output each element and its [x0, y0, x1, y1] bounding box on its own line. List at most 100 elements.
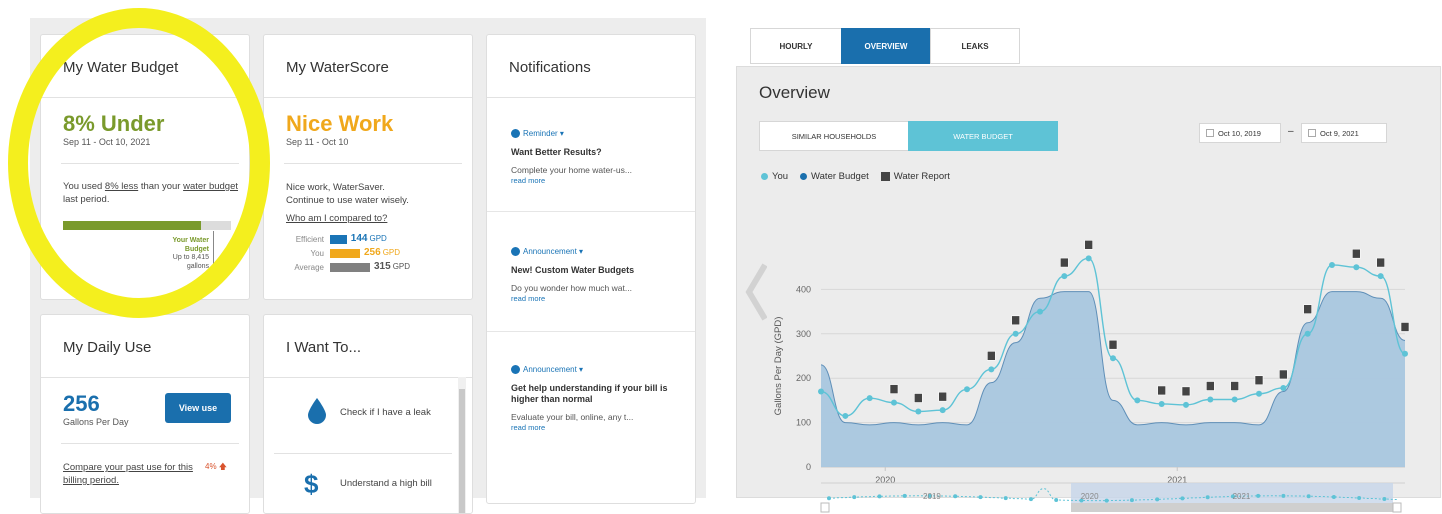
report-icon — [1084, 240, 1093, 250]
you-point — [1061, 273, 1068, 280]
navigator-point — [1129, 498, 1134, 503]
report-icon — [987, 351, 996, 361]
notification-body: Evaluate your bill, online, any t... — [511, 412, 634, 422]
report-icon — [1303, 304, 1312, 314]
you-point — [1304, 330, 1311, 337]
notification-body: Complete your home water-us... — [511, 165, 632, 175]
water-score-card[interactable]: My WaterScore Nice Work Sep 11 - Oct 10 … — [263, 34, 473, 300]
you-point — [1134, 397, 1141, 404]
want-item-leak[interactable]: Check if I have a leak — [264, 377, 454, 447]
you-point — [1037, 308, 1043, 315]
report-icon — [1060, 257, 1069, 268]
score-row-label: You — [310, 249, 325, 258]
notification-heading: Want Better Results? — [511, 147, 602, 157]
score-row: Efficient 144 GPD — [286, 233, 466, 248]
notification-tag-label: Announcement ▾ — [523, 247, 584, 256]
report-icon — [1181, 386, 1191, 397]
report-icon — [1230, 381, 1239, 391]
tab-leaks[interactable]: LEAKS — [930, 28, 1020, 64]
scrollbar[interactable] — [458, 377, 466, 513]
you-point — [1280, 384, 1287, 391]
notification-body: Do you wonder how much wat... — [511, 283, 632, 293]
divider — [274, 453, 452, 454]
you-point — [1110, 355, 1116, 362]
tab-water-budget[interactable]: WATER BUDGET — [908, 121, 1058, 151]
legend-water-budget[interactable]: Water Budget — [800, 171, 869, 182]
water-score-title: My WaterScore — [286, 59, 389, 76]
notification-item[interactable]: Announcement ▾ New! Custom Water Budgets… — [511, 247, 681, 303]
navigator-scroll-left — [820, 502, 830, 513]
navigator-point — [978, 495, 983, 500]
you-point — [988, 366, 995, 373]
score-row-value: 315 GPD — [374, 261, 411, 272]
announcement-icon — [511, 247, 520, 256]
compare-past-use-link[interactable]: Compare your past use for this billing p… — [63, 461, 193, 487]
you-point — [915, 408, 922, 415]
i-want-to-title: I Want To... — [286, 339, 362, 356]
report-icon — [914, 393, 923, 403]
report-icon — [1352, 248, 1361, 259]
notification-tag-label: Reminder ▾ — [523, 129, 564, 138]
notification-tag[interactable]: Reminder ▾ — [511, 129, 681, 138]
you-point — [1377, 273, 1384, 280]
read-more-link[interactable]: read more — [511, 176, 681, 185]
notification-tag[interactable]: Announcement ▾ — [511, 365, 681, 374]
want-item-bill[interactable]: $ Understand a high bill — [264, 455, 454, 513]
i-want-to-card: I Want To... Check if I have a leak $ Un… — [263, 314, 473, 514]
notification-heading: New! Custom Water Budgets — [511, 265, 635, 275]
calendar-icon — [1206, 129, 1214, 137]
score-row-bar — [330, 249, 360, 258]
date-to-value: Oct 9, 2021 — [1320, 128, 1359, 138]
divider — [61, 443, 239, 444]
navigator-point — [902, 493, 907, 498]
notification-item[interactable]: Announcement ▾ Get help understanding if… — [511, 365, 681, 432]
tab-overview[interactable]: OVERVIEW — [841, 28, 931, 64]
arrow-up-icon: 🡅 — [218, 462, 228, 471]
view-use-button[interactable]: View use — [165, 393, 231, 423]
notification-item[interactable]: Reminder ▾ Want Better Results? Complete… — [511, 129, 681, 185]
score-row-unit: GPD — [382, 248, 401, 257]
score-row-label: Average — [294, 263, 324, 272]
navigator-point — [1205, 495, 1210, 500]
navigator-point — [852, 495, 857, 500]
score-row-unit: GPD — [392, 262, 411, 271]
calendar-icon — [1308, 129, 1316, 137]
date-to-field[interactable]: Oct 9, 2021 — [1301, 123, 1387, 143]
notifications-title: Notifications — [509, 59, 591, 76]
report-icon — [1400, 322, 1410, 332]
compare-link[interactable]: Who am I compared to? — [286, 212, 387, 225]
want-item-label: Check if I have a leak — [340, 407, 431, 418]
tab-hourly[interactable]: HOURLY — [750, 28, 842, 64]
score-row-bar — [330, 235, 347, 244]
legend-budget-label: Water Budget — [811, 171, 869, 182]
score-line-2: Continue to use water wisely. — [286, 195, 409, 206]
navigator-label: 2019 — [923, 492, 941, 501]
date-from-field[interactable]: Oct 10, 2019 — [1199, 123, 1281, 143]
report-icon — [1011, 315, 1020, 326]
scrollbar-thumb[interactable] — [459, 389, 465, 513]
navigator-point — [1281, 493, 1286, 498]
read-more-link[interactable]: read more — [511, 294, 681, 303]
divider — [264, 97, 472, 98]
you-point — [891, 399, 897, 406]
y-tick-label: 100 — [796, 418, 811, 428]
score-row-label: Efficient — [295, 235, 324, 244]
legend-you[interactable]: You — [761, 171, 788, 182]
report-icon — [1206, 381, 1215, 391]
score-row-value: 256 GPD — [364, 247, 401, 258]
navigator-label: 2020 — [1081, 492, 1099, 501]
report-icon — [1254, 375, 1264, 386]
report-icon — [1108, 339, 1118, 350]
dollar-icon: $ — [304, 469, 319, 499]
legend-budget-dot-icon — [800, 173, 808, 180]
y-tick-label: 200 — [796, 373, 811, 383]
overview-title: Overview — [759, 83, 830, 102]
legend-water-report[interactable]: Water Report — [880, 171, 950, 182]
y-tick-label: 400 — [796, 284, 811, 294]
y-tick-label: 300 — [796, 329, 811, 339]
tab-similar-households[interactable]: SIMILAR HOUSEHOLDS — [759, 121, 909, 151]
you-point — [1085, 255, 1092, 262]
you-point — [842, 412, 849, 419]
notification-tag[interactable]: Announcement ▾ — [511, 247, 681, 256]
read-more-link[interactable]: read more — [511, 423, 681, 432]
